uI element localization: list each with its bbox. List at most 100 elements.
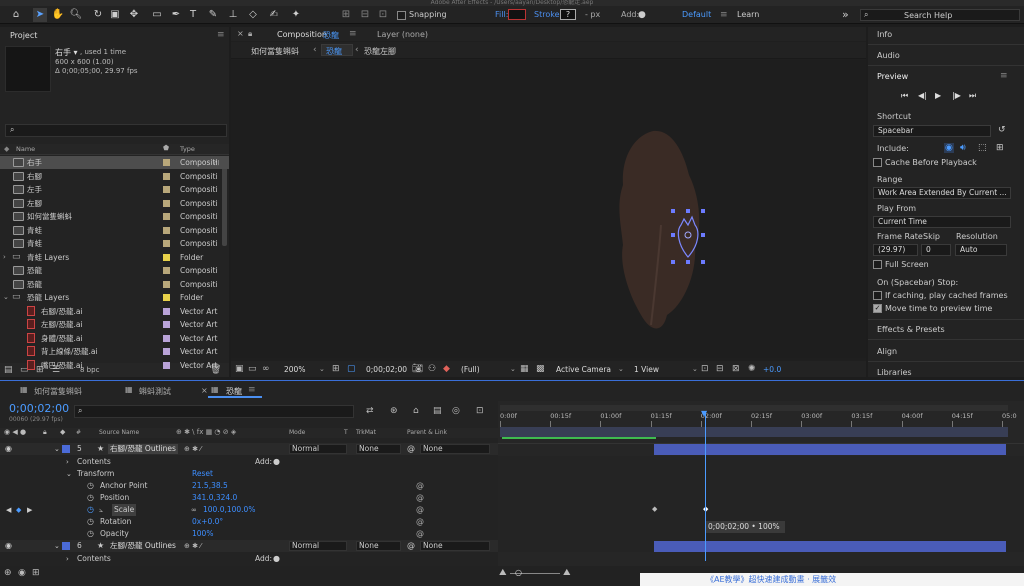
type-tool-icon[interactable]: T: [186, 8, 200, 22]
draft-3d-icon[interactable]: ⊠: [732, 364, 740, 374]
clone-stamp-tool-icon[interactable]: ⊥: [226, 8, 240, 22]
timeline-tab[interactable]: 如何當隻蝌蚪: [34, 386, 82, 397]
composition-viewer[interactable]: [231, 60, 866, 358]
project-item[interactable]: 右腳 Compositi: [0, 170, 229, 183]
property-value[interactable]: 100.0,100.0%: [203, 504, 255, 516]
project-panel-title[interactable]: Project: [10, 31, 37, 40]
frame-blending-icon[interactable]: ▤: [433, 406, 442, 416]
chevron-right-icon[interactable]: ›: [66, 553, 69, 565]
project-item[interactable]: 左腳/恐龍.ai Vector Art: [0, 318, 229, 331]
expand-switches-icon[interactable]: ⊕: [4, 568, 12, 578]
views-dropdown[interactable]: 1 View: [634, 365, 659, 374]
monitor-icon[interactable]: ▭: [248, 364, 257, 374]
graph-icon[interactable]: ⦣: [99, 504, 103, 516]
contents-group[interactable]: › Contents Add: ●: [0, 456, 498, 468]
timeline-graph-area[interactable]: 0:00f 00:15f 01:00f 01:15f 02:00f 02:15f 03:00…: [498, 401, 1024, 566]
constrain-proportions-icon[interactable]: ∞: [191, 504, 197, 516]
time-ruler[interactable]: 0:00f 00:15f 01:00f 01:15f 02:00f 02:15f 03:00…: [498, 411, 1024, 427]
info-panel-title[interactable]: Info: [868, 30, 1024, 39]
transform-property-row[interactable]: ◀ ◆ ▶ ◷ ⦣ Scale ∞ 100.0,100.0% @: [0, 504, 498, 516]
frame-rate-dropdown[interactable]: (29.97): [873, 244, 918, 256]
fast-previews-icon[interactable]: ▦: [520, 364, 529, 374]
project-item[interactable]: 恐龍 Compositi: [0, 278, 229, 291]
layer-parent-dropdown[interactable]: None: [420, 444, 490, 454]
layer-mode-dropdown[interactable]: Normal: [289, 444, 347, 454]
property-value[interactable]: 21.5,38.5: [192, 480, 228, 492]
layer-switches[interactable]: ⊕ ✱ ⁄: [184, 540, 201, 552]
add-menu-icon[interactable]: ●: [273, 553, 280, 565]
project-item[interactable]: 身體/恐龍.ai Vector Art: [0, 332, 229, 345]
camera-dropdown[interactable]: Active Camera: [556, 365, 611, 374]
zoom-out-icon[interactable]: ⛰: [499, 568, 507, 578]
exposure-value[interactable]: +0.0: [763, 365, 781, 374]
project-search-input[interactable]: ⌕: [5, 124, 227, 137]
project-item[interactable]: › ▭ 青蛙 Layers Folder: [0, 251, 229, 264]
visibility-eye-icon[interactable]: ◉: [5, 443, 12, 455]
layer5-duration-bar[interactable]: [654, 444, 1006, 455]
property-value[interactable]: 0x+0.0°: [192, 516, 223, 528]
project-item[interactable]: 右腳/恐龍.ai Vector Art: [0, 305, 229, 318]
column-header-source[interactable]: Source Name: [99, 429, 139, 436]
label-color-swatch[interactable]: [163, 159, 170, 166]
project-item[interactable]: 右手 Compositi: [0, 156, 229, 169]
label-color-swatch[interactable]: [163, 199, 170, 207]
project-item[interactable]: 左腳 Compositi: [0, 197, 229, 210]
next-frame-icon[interactable]: |▶: [952, 91, 961, 100]
column-header-type[interactable]: Type: [180, 145, 195, 153]
project-item[interactable]: 嘴巴/恐龍.ai Vector Art: [0, 359, 229, 372]
toggle-pixel-aspect-icon[interactable]: ⊡: [701, 364, 709, 374]
skip-dropdown[interactable]: 0: [921, 244, 951, 256]
workspace-menu-icon[interactable]: ≡: [720, 10, 728, 20]
stroke-width[interactable]: - px: [585, 10, 600, 19]
include-video-icon[interactable]: ◉: [944, 143, 954, 153]
expand-in-out-icon[interactable]: ⊞: [32, 568, 40, 578]
motion-blur-icon[interactable]: ◎: [452, 406, 460, 416]
world-axis-icon[interactable]: ⊟: [358, 8, 372, 22]
color-channel-icon[interactable]: ◆: [443, 364, 450, 374]
transform-property-row[interactable]: ◷ Anchor Point 21.5,38.5 @: [0, 480, 498, 492]
region-of-interest-icon[interactable]: ▢: [347, 364, 356, 374]
transform-group[interactable]: ⌄ Transform Reset: [0, 468, 498, 480]
label-color-swatch[interactable]: [163, 361, 170, 369]
project-item[interactable]: 青蛙 Compositi: [0, 224, 229, 237]
column-header-name[interactable]: Name: [16, 145, 35, 153]
label-color-swatch[interactable]: [163, 307, 170, 315]
snapping-checkbox[interactable]: [397, 11, 406, 20]
include-overlays-icon[interactable]: ⬚: [978, 143, 987, 153]
play-icon[interactable]: ▶: [935, 91, 941, 100]
timeline-tab[interactable]: 蝌蚪測試: [139, 386, 171, 397]
timeline-search-input[interactable]: ⌕: [74, 405, 354, 418]
reset-icon[interactable]: ↺: [998, 125, 1006, 135]
layer-tab[interactable]: Layer (none): [377, 30, 428, 39]
local-axis-icon[interactable]: ⊞: [339, 8, 353, 22]
project-item[interactable]: 背上線條/恐龍.ai Vector Art: [0, 345, 229, 358]
snapshot-icon[interactable]: 📷︎: [412, 364, 423, 374]
expression-pickwhip-icon[interactable]: @: [416, 480, 424, 492]
roto-brush-tool-icon[interactable]: ✍: [267, 8, 281, 22]
expression-pickwhip-icon[interactable]: @: [416, 492, 424, 504]
timeline-timecode[interactable]: 0;00;02;00: [9, 402, 69, 415]
play-from-dropdown[interactable]: Current Time: [873, 216, 1011, 228]
selection-tool-icon[interactable]: ➤: [33, 8, 47, 22]
eraser-tool-icon[interactable]: ◇: [246, 8, 260, 22]
first-frame-icon[interactable]: ⏮: [901, 91, 908, 101]
workspace-default[interactable]: Default: [682, 10, 711, 19]
project-item[interactable]: 青蛙 Compositi: [0, 237, 229, 250]
column-header-trkmat[interactable]: TrkMat: [356, 429, 376, 436]
resolution-dropdown-right[interactable]: Auto: [955, 244, 1007, 256]
column-header-parent[interactable]: Parent & Link: [407, 429, 447, 436]
project-item[interactable]: 如何當隻蝌蚪 Compositi: [0, 210, 229, 223]
flowchart-icon[interactable]: ⛙: [214, 158, 220, 168]
layer-row-6[interactable]: ◉ ⌄ 6 ★ 左腳/恐龍 Outlines ⊕ ✱ ⁄ Normal None…: [0, 540, 498, 552]
column-header-mode[interactable]: Mode: [289, 429, 305, 436]
label-color-swatch[interactable]: [163, 213, 170, 220]
puppet-tool-icon[interactable]: ✦: [289, 8, 303, 22]
previous-keyframe-icon[interactable]: ◀: [6, 504, 11, 516]
layer-label-color[interactable]: [62, 445, 70, 453]
stopwatch-icon[interactable]: ◷: [87, 480, 94, 492]
label-color-swatch[interactable]: [163, 321, 170, 328]
hand-tool-icon[interactable]: ✋: [51, 8, 65, 22]
panel-menu-icon[interactable]: ≡: [217, 30, 225, 40]
label-color-swatch[interactable]: [163, 186, 170, 193]
chevron-right-icon[interactable]: ›: [66, 456, 69, 468]
